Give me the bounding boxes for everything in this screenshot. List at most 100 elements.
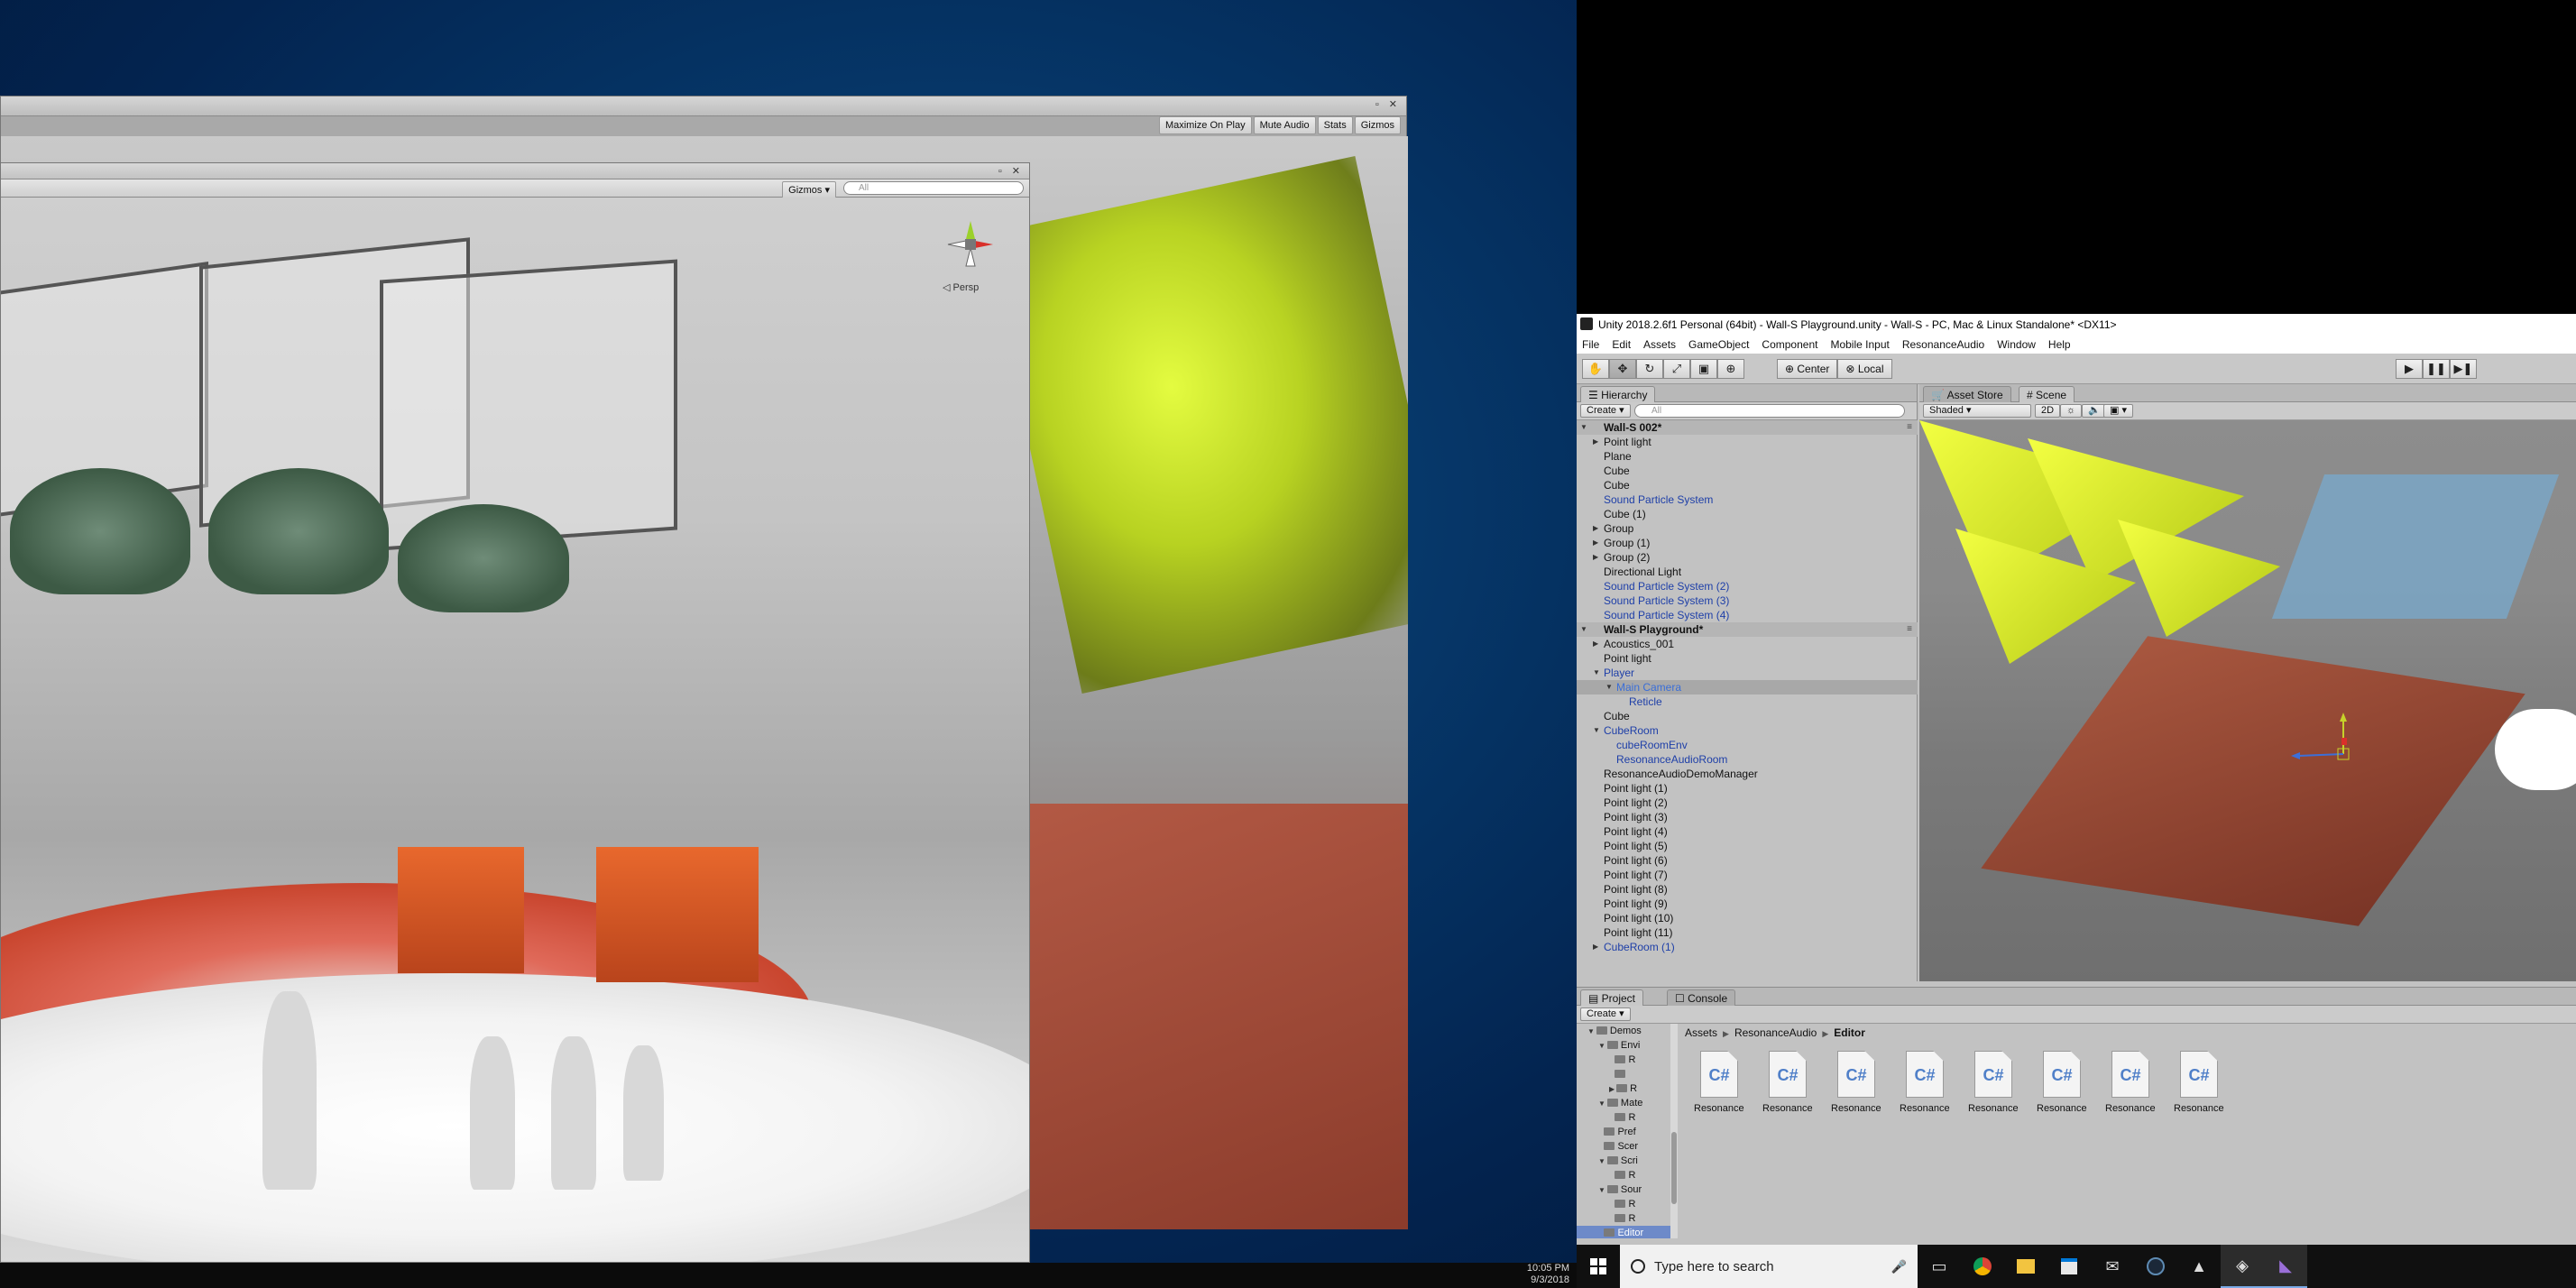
expand-arrow-right-icon[interactable]: ▶ (1593, 940, 1598, 954)
expand-arrow-down-icon[interactable]: ▼ (1593, 723, 1600, 738)
hierarchy-row[interactable]: cubeRoomEnv (1577, 738, 1918, 752)
hierarchy-row[interactable]: ▶ Group (1577, 521, 1918, 536)
start-button[interactable] (1577, 1245, 1620, 1288)
stats-button[interactable]: Stats (1317, 116, 1353, 134)
expand-arrow-down-icon[interactable]: ▼ (1593, 666, 1600, 680)
hierarchy-row[interactable]: Sound Particle System (1577, 492, 1918, 507)
hierarchy-row[interactable]: ▼ CubeRoom (1577, 723, 1918, 738)
hierarchy-search-input[interactable]: All (1634, 404, 1905, 418)
project-folder-row[interactable]: ▶ R (1577, 1081, 1677, 1096)
camera-gizmo-icon[interactable] (2495, 709, 2576, 790)
folder-expand-icon[interactable] (1609, 1114, 1613, 1122)
projection-label[interactable]: ◁ Persp (943, 281, 979, 293)
folder-expand-icon[interactable] (1598, 1143, 1602, 1151)
menu-component[interactable]: Component (1762, 336, 1817, 354)
folder-expand-icon[interactable]: ▼ (1598, 1099, 1605, 1108)
hierarchy-row[interactable]: Point light (3) (1577, 810, 1918, 824)
step-icon[interactable]: ▶❚ (2450, 359, 2477, 379)
project-folder-row[interactable]: R (1577, 1168, 1677, 1182)
project-folder-row[interactable] (1577, 1067, 1677, 1081)
orientation-gizmo[interactable]: ◁ Persp (939, 212, 1002, 293)
menu-assets[interactable]: Assets (1643, 336, 1676, 354)
menu-resonanceaudio[interactable]: ResonanceAudio (1902, 336, 1984, 354)
hierarchy-row[interactable]: Sound Particle System (4) (1577, 608, 1918, 622)
folder-expand-icon[interactable] (1609, 1172, 1613, 1180)
folder-expand-icon[interactable]: ▼ (1598, 1042, 1605, 1050)
hierarchy-row[interactable]: Cube (1577, 464, 1918, 478)
expand-arrow-right-icon[interactable]: ▶ (1593, 435, 1598, 449)
hierarchy-row[interactable]: Sound Particle System (2) (1577, 579, 1918, 593)
folder-expand-icon[interactable] (1609, 1201, 1613, 1209)
hierarchy-row[interactable]: Point light (10) (1577, 911, 1918, 925)
tab-scene[interactable]: # Scene (2019, 386, 2075, 402)
scene-context-menu-icon[interactable]: ≡ (1907, 622, 1912, 637)
transform-tool-icon[interactable]: ⊕ (1717, 359, 1744, 379)
gizmos-dropdown[interactable]: Gizmos (1354, 116, 1401, 134)
folder-expand-icon[interactable] (1609, 1071, 1613, 1079)
expand-arrow-right-icon[interactable]: ▶ (1593, 550, 1598, 565)
hierarchy-row[interactable]: Cube (1577, 478, 1918, 492)
visual-studio-icon[interactable]: ◣ (2264, 1245, 2307, 1288)
move-tool-icon[interactable]: ✥ (1609, 359, 1636, 379)
pivot-center-toggle[interactable]: ⊕ Center (1777, 359, 1838, 379)
hierarchy-row[interactable]: Point light (9) (1577, 897, 1918, 911)
folder-expand-icon[interactable] (1598, 1229, 1602, 1237)
hierarchy-row[interactable]: ▼ Main Camera (1577, 680, 1918, 695)
folder-expand-icon[interactable]: ▼ (1587, 1027, 1595, 1035)
play-icon[interactable]: ▶ (2396, 359, 2423, 379)
csharp-script-asset[interactable]: C# Resonance... (1762, 1051, 1813, 1114)
expand-arrow-right-icon[interactable]: ▶ (1593, 536, 1598, 550)
photos-icon[interactable]: ▲ (2177, 1245, 2221, 1288)
hierarchy-row[interactable]: Directional Light (1577, 565, 1918, 579)
game-window-titlebar[interactable]: ▫ ✕ (1, 97, 1406, 116)
hierarchy-row[interactable]: Point light (5) (1577, 839, 1918, 853)
folder-tree-scrollbar[interactable] (1670, 1024, 1678, 1238)
project-folder-row[interactable]: ▼ Demos (1577, 1024, 1677, 1038)
scrollbar-thumb[interactable] (1671, 1132, 1677, 1204)
pivot-local-toggle[interactable]: ⊗ Local (1837, 359, 1892, 379)
scale-tool-icon[interactable]: ⤢ (1663, 359, 1690, 379)
hierarchy-row[interactable]: Cube (1) (1577, 507, 1918, 521)
hierarchy-scene-row[interactable]: ▼ Wall-S 002* ≡ (1577, 420, 1918, 435)
taskbar-search-box[interactable]: Type here to search 🎤 (1620, 1245, 1918, 1288)
store-icon[interactable] (2047, 1245, 2091, 1288)
scene-view-render[interactable]: ◁ Persp (1, 198, 1029, 1262)
project-folder-row[interactable]: Pref (1577, 1125, 1677, 1139)
hierarchy-row[interactable]: ▶ Group (2) (1577, 550, 1918, 565)
hierarchy-row[interactable]: Point light (4) (1577, 824, 1918, 839)
hierarchy-row[interactable]: ResonanceAudioRoom (1577, 752, 1918, 767)
hierarchy-row[interactable]: Point light (2) (1577, 796, 1918, 810)
scene-viewport[interactable] (1919, 420, 2576, 981)
window-controls[interactable]: ▫ ✕ (1375, 98, 1401, 110)
file-explorer-icon[interactable] (2004, 1245, 2047, 1288)
hierarchy-row[interactable]: Point light (11) (1577, 925, 1918, 940)
hierarchy-row[interactable]: ▼ Player (1577, 666, 1918, 680)
hierarchy-row[interactable]: Cube (1577, 709, 1918, 723)
hierarchy-row[interactable]: ▶ Point light (1577, 435, 1918, 449)
scene-view-window[interactable]: ▫ ✕ Gizmos ▾ All ◁ Persp (0, 162, 1030, 1263)
folder-expand-icon[interactable] (1609, 1056, 1613, 1064)
chrome-icon[interactable] (1961, 1245, 2004, 1288)
breadcrumb-editor[interactable]: Editor (1834, 1026, 1865, 1039)
hierarchy-row[interactable]: ResonanceAudioDemoManager (1577, 767, 1918, 781)
shading-mode-dropdown[interactable]: Shaded ▾ (1923, 404, 2031, 418)
folder-expand-icon[interactable] (1609, 1215, 1613, 1223)
task-view-icon[interactable]: ▭ (1918, 1245, 1961, 1288)
scene-context-menu-icon[interactable]: ≡ (1907, 420, 1912, 435)
menu-file[interactable]: File (1582, 336, 1599, 354)
hierarchy-row[interactable]: Point light (1577, 651, 1918, 666)
folder-expand-icon[interactable]: ▶ (1609, 1085, 1615, 1093)
hierarchy-row[interactable]: ▶ Group (1) (1577, 536, 1918, 550)
steam-icon[interactable] (2134, 1245, 2177, 1288)
project-folder-row[interactable]: Scer (1577, 1139, 1677, 1154)
scene-window-titlebar[interactable]: ▫ ✕ (1, 163, 1029, 179)
editor-titlebar[interactable]: Unity 2018.2.6f1 Personal (64bit) - Wall… (1577, 314, 2576, 336)
csharp-script-asset[interactable]: C# Resonance... (2174, 1051, 2224, 1114)
rect-tool-icon[interactable]: ▣ (1690, 359, 1717, 379)
breadcrumb-resonanceaudio[interactable]: ResonanceAudio (1734, 1026, 1817, 1039)
hierarchy-row[interactable]: Point light (6) (1577, 853, 1918, 868)
project-folder-row[interactable]: Editor (1577, 1226, 1677, 1238)
folder-expand-icon[interactable]: ▼ (1598, 1186, 1605, 1194)
tab-asset-store[interactable]: 🛒 Asset Store (1923, 386, 2011, 402)
expand-arrow-right-icon[interactable]: ▶ (1593, 637, 1598, 651)
